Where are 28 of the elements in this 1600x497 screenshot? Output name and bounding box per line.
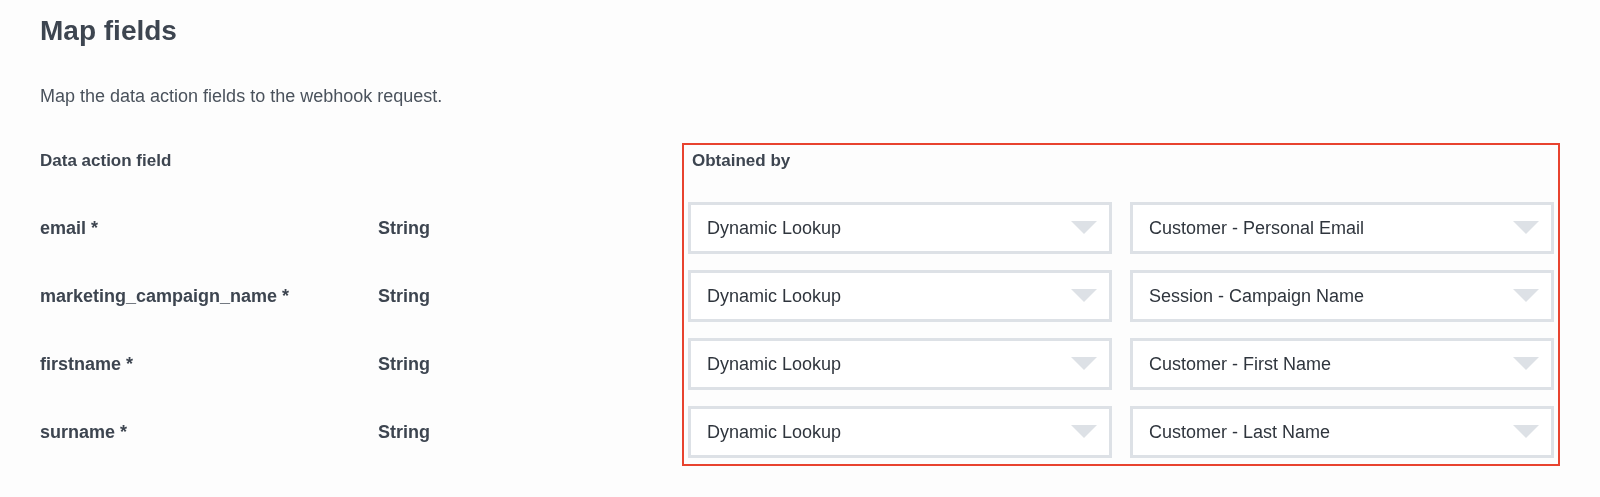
caret-icon — [1513, 289, 1539, 303]
caret-icon — [1513, 425, 1539, 439]
page-title: Map fields — [40, 14, 177, 48]
dropdown[interactable]: Customer - Personal Email — [1130, 202, 1554, 254]
caret-icon — [1513, 357, 1539, 371]
field-name: marketing_campaign_name * — [40, 284, 291, 308]
dropdown[interactable]: Dynamic Lookup — [688, 406, 1112, 458]
dropdown[interactable]: Customer - Last Name — [1130, 406, 1554, 458]
caret-icon — [1071, 289, 1097, 303]
dropdown[interactable]: Customer - First Name — [1130, 338, 1554, 390]
field-type: String — [378, 216, 430, 240]
field-type: String — [378, 284, 430, 308]
column-header: Obtained by — [692, 151, 791, 171]
description: Map the data action fields to the webhook request. — [40, 85, 443, 108]
field-name: surname * — [40, 420, 129, 444]
dropdown[interactable]: Session - Campaign Name — [1130, 270, 1554, 322]
caret-icon — [1071, 425, 1097, 439]
dropdown[interactable]: Dynamic Lookup — [688, 270, 1112, 322]
field-name: firstname * — [40, 352, 135, 376]
dropdown[interactable]: Dynamic Lookup — [688, 338, 1112, 390]
column-header: Data action field — [40, 151, 172, 171]
caret-icon — [1071, 357, 1097, 371]
field-name: email * — [40, 216, 100, 240]
field-type: String — [378, 352, 430, 376]
field-type: String — [378, 420, 430, 444]
caret-icon — [1071, 221, 1097, 235]
caret-icon — [1513, 221, 1539, 235]
dropdown[interactable]: Dynamic Lookup — [688, 202, 1112, 254]
